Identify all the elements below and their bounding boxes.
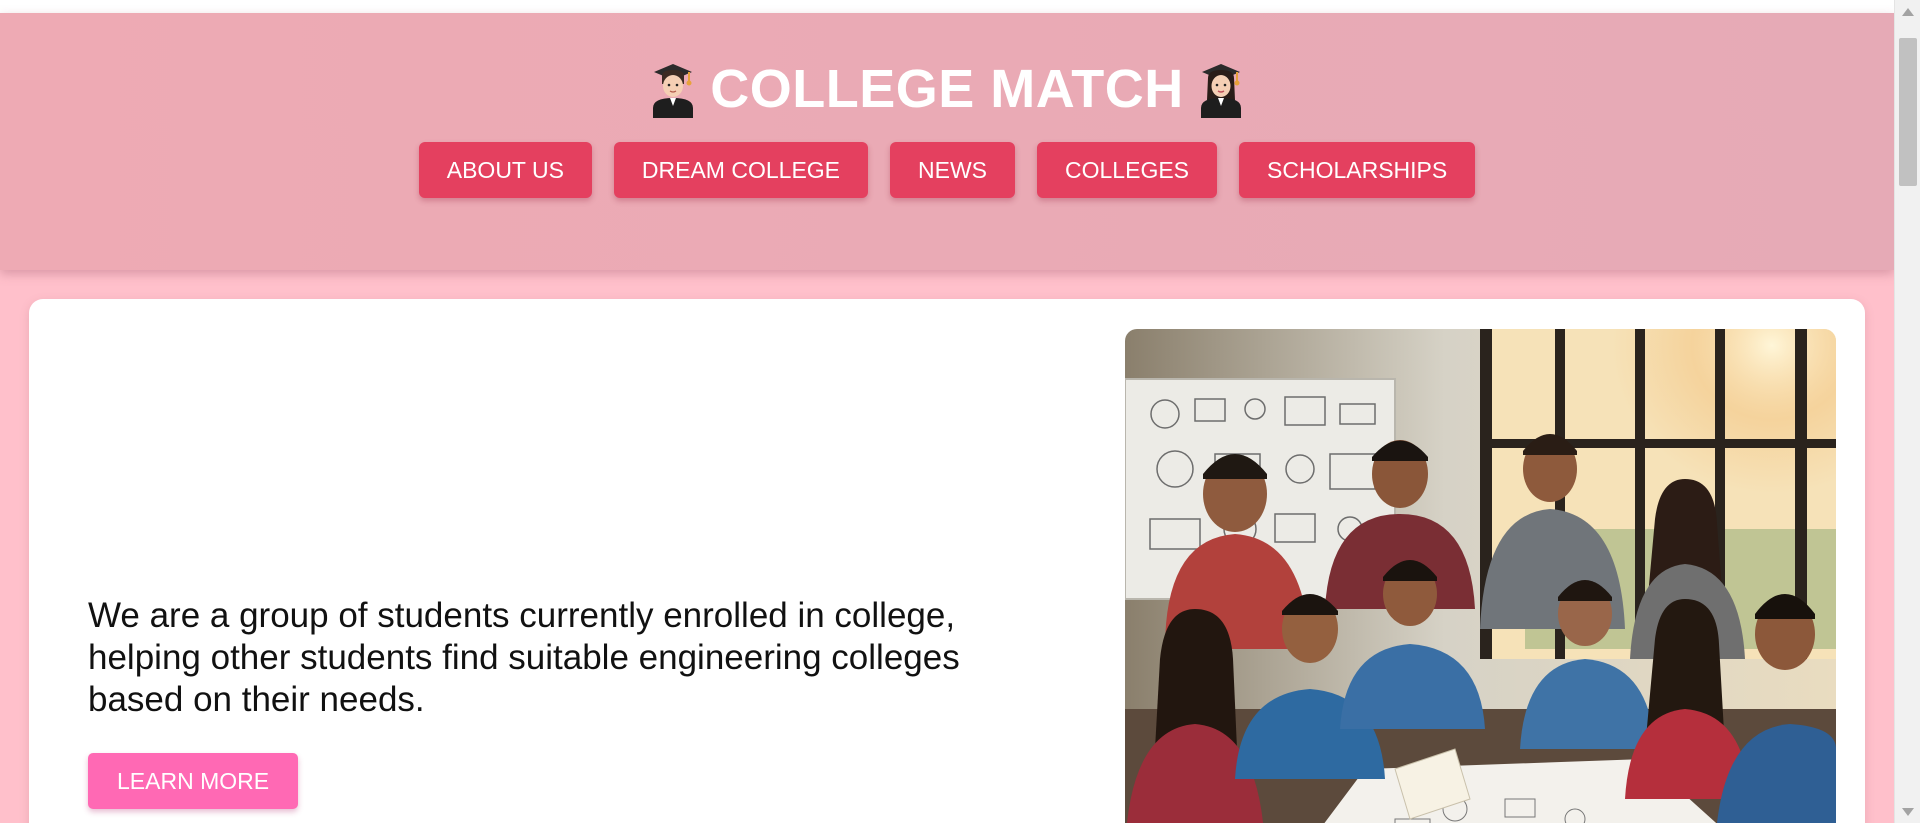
vertical-scrollbar[interactable] bbox=[1894, 0, 1920, 823]
nav-news-button[interactable]: NEWS bbox=[890, 142, 1016, 198]
student-woman-graduate-icon bbox=[1198, 60, 1244, 118]
students-studying-together-photo bbox=[1125, 329, 1836, 823]
top-strip bbox=[0, 0, 1894, 13]
title-row: COLLEGE MATCH bbox=[0, 49, 1894, 129]
site-title: COLLEGE MATCH bbox=[710, 59, 1184, 119]
learn-more-button[interactable]: LEARN MORE bbox=[88, 753, 299, 809]
intro-text: We are a group of students currently enr… bbox=[88, 596, 960, 719]
site-header: COLLEGE MATCH ABOUT US DREAM COLLEGE NEW… bbox=[0, 13, 1894, 270]
student-man-graduate-icon bbox=[650, 60, 696, 118]
main-nav: ABOUT US DREAM COLLEGE NEWS COLLEGES SCH… bbox=[0, 142, 1894, 198]
scroll-up-arrow-icon[interactable] bbox=[1902, 8, 1914, 16]
nav-scholarships-button[interactable]: SCHOLARSHIPS bbox=[1239, 142, 1476, 198]
scroll-down-arrow-icon[interactable] bbox=[1902, 808, 1914, 816]
nav-colleges-button[interactable]: COLLEGES bbox=[1037, 142, 1218, 198]
nav-about-us-button[interactable]: ABOUT US bbox=[418, 142, 592, 198]
intro-card: We are a group of students currently enr… bbox=[29, 299, 1865, 823]
scroll-thumb[interactable] bbox=[1899, 38, 1917, 186]
nav-dream-college-button[interactable]: DREAM COLLEGE bbox=[613, 142, 869, 198]
